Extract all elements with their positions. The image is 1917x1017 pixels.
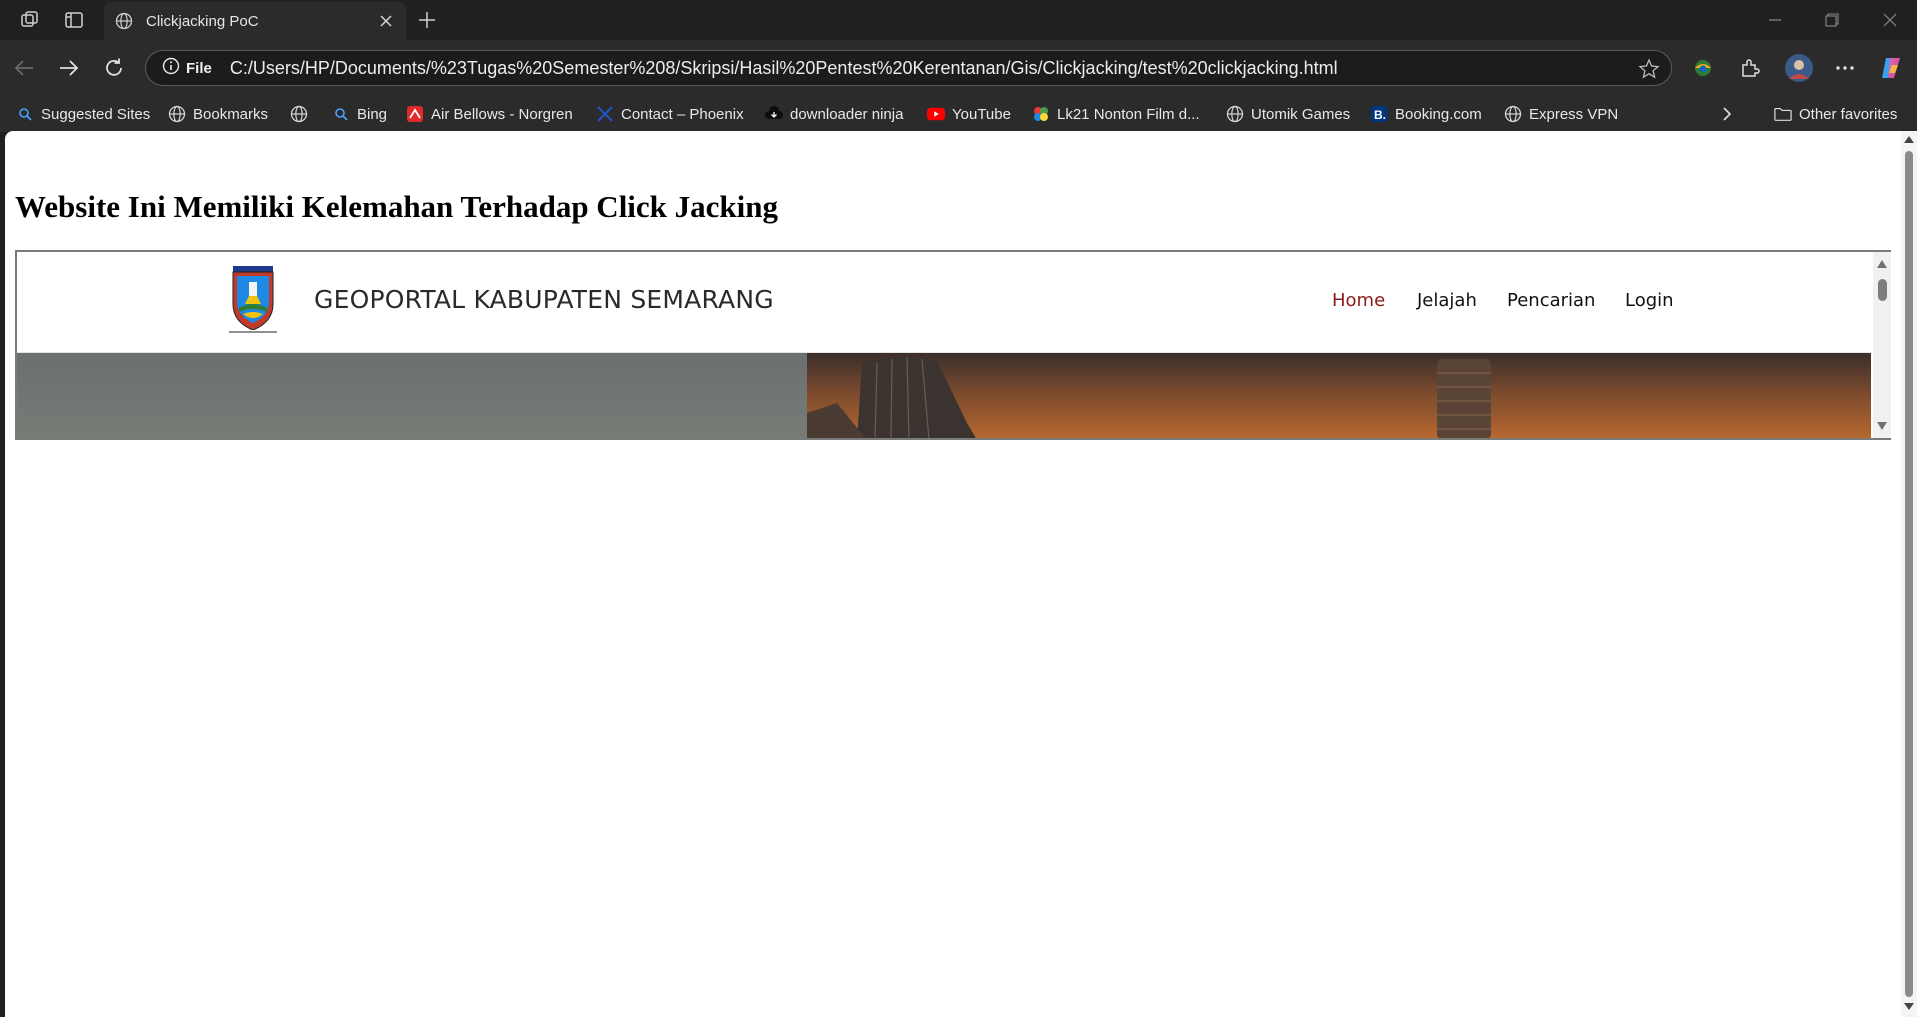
workspaces-icon[interactable] bbox=[14, 6, 46, 34]
extension-colorful-icon[interactable] bbox=[1687, 52, 1719, 84]
scroll-up-arrow-icon[interactable] bbox=[1877, 260, 1887, 268]
nav-login[interactable]: Login bbox=[1625, 290, 1674, 311]
bookmarks-bar: Suggested Sites Bookmarks Bing Air Bello… bbox=[0, 96, 1917, 132]
page-scroll-thumb[interactable] bbox=[1905, 151, 1913, 997]
bookmark-label: downloader ninja bbox=[790, 105, 904, 123]
bookmark-label: Suggested Sites bbox=[41, 105, 151, 123]
page-scrollbar[interactable] bbox=[1901, 131, 1917, 1017]
youtube-icon bbox=[927, 105, 945, 123]
tab-title: Clickjacking PoC bbox=[146, 12, 259, 30]
scheme-label: File bbox=[186, 59, 212, 77]
page-scroll-up-icon[interactable] bbox=[1904, 135, 1914, 145]
globe-icon bbox=[290, 105, 308, 123]
hero-image-right bbox=[807, 353, 1871, 438]
copilot-icon[interactable] bbox=[1875, 52, 1907, 84]
iframe-scrollbar[interactable] bbox=[1873, 252, 1891, 438]
bookmark-label: Bing bbox=[357, 105, 388, 123]
bookmark-globe[interactable] bbox=[290, 102, 315, 126]
refresh-icon[interactable] bbox=[98, 52, 130, 84]
info-icon bbox=[162, 57, 180, 80]
bookmark-label: Air Bellows - Norgren bbox=[431, 105, 573, 123]
nav-jelajah[interactable]: Jelajah bbox=[1417, 290, 1477, 311]
bookmark-booking[interactable]: B. Booking.com bbox=[1370, 102, 1482, 126]
page-scroll-down-icon[interactable] bbox=[1904, 1001, 1914, 1011]
bookmark-label: Bookmarks bbox=[193, 105, 269, 123]
bookmark-label: Utomik Games bbox=[1251, 105, 1351, 123]
globe-icon bbox=[114, 11, 134, 31]
hero-image-left bbox=[17, 353, 807, 438]
bookmark-lk21[interactable]: Lk21 Nonton Film d... bbox=[1032, 102, 1200, 126]
bookmark-express-vpn[interactable]: Express VPN bbox=[1504, 102, 1618, 126]
close-window-icon[interactable] bbox=[1868, 4, 1912, 36]
site-header: GEOPORTAL KABUPATEN SEMARANG Home Jelaja… bbox=[17, 252, 1871, 353]
bookmark-downloader-ninja[interactable]: downloader ninja bbox=[765, 102, 903, 126]
profile-avatar-icon[interactable] bbox=[1783, 52, 1815, 84]
forward-icon[interactable] bbox=[53, 52, 85, 84]
nav-pencarian[interactable]: Pencarian bbox=[1507, 290, 1595, 311]
restore-icon[interactable] bbox=[1810, 4, 1854, 36]
more-menu-icon[interactable] bbox=[1829, 52, 1861, 84]
url-text[interactable]: C:/Users/HP/Documents/%23Tugas%20Semeste… bbox=[230, 58, 1338, 79]
cloud-download-icon bbox=[765, 105, 783, 123]
colorful-icon bbox=[1032, 105, 1050, 123]
page-heading: Website Ini Memiliki Kelemahan Terhadap … bbox=[15, 189, 779, 224]
bookmark-label: Express VPN bbox=[1529, 105, 1619, 123]
booking-icon: B. bbox=[1370, 105, 1388, 123]
address-bar[interactable]: File C:/Users/HP/Documents/%23Tugas%20Se… bbox=[145, 50, 1672, 86]
bookmark-utomik-games[interactable]: Utomik Games bbox=[1226, 102, 1350, 126]
bookmark-air-bellows[interactable]: Air Bellows - Norgren bbox=[406, 102, 573, 126]
favorite-star-icon[interactable] bbox=[1637, 57, 1661, 81]
back-icon[interactable] bbox=[8, 52, 40, 84]
page-viewport: Website Ini Memiliki Kelemahan Terhadap … bbox=[5, 131, 1917, 1017]
nav-home[interactable]: Home bbox=[1332, 290, 1385, 311]
search-icon bbox=[332, 105, 350, 123]
site-title[interactable]: GEOPORTAL KABUPATEN SEMARANG bbox=[314, 285, 774, 314]
globe-icon bbox=[168, 105, 186, 123]
phoenix-icon bbox=[596, 105, 614, 123]
globe-icon bbox=[1226, 105, 1244, 123]
other-favorites[interactable]: Other favorites bbox=[1774, 102, 1897, 126]
other-favorites-label: Other favorites bbox=[1799, 105, 1898, 123]
bookmark-bookmarks[interactable]: Bookmarks bbox=[168, 102, 268, 126]
bookmark-label: Booking.com bbox=[1395, 105, 1482, 123]
svg-text:B.: B. bbox=[1374, 108, 1386, 122]
bookmarks-overflow-chevron-icon[interactable] bbox=[1720, 102, 1734, 126]
new-tab-icon[interactable] bbox=[412, 6, 442, 34]
extensions-puzzle-icon[interactable] bbox=[1734, 52, 1766, 84]
scroll-down-arrow-icon[interactable] bbox=[1877, 422, 1887, 430]
regency-logo[interactable] bbox=[221, 266, 285, 338]
minimize-icon[interactable] bbox=[1753, 4, 1797, 36]
bookmark-suggested-sites[interactable]: Suggested Sites bbox=[16, 102, 150, 126]
bookmark-contact-phoenix[interactable]: Contact – Phoenix bbox=[596, 102, 744, 126]
title-bar: Clickjacking PoC bbox=[0, 0, 1917, 40]
vertical-tabs-icon[interactable] bbox=[58, 6, 90, 34]
norgren-icon bbox=[406, 105, 424, 123]
bookmark-label: YouTube bbox=[952, 105, 1011, 123]
bookmark-bing[interactable]: Bing bbox=[332, 102, 387, 126]
toolbar: File C:/Users/HP/Documents/%23Tugas%20Se… bbox=[0, 40, 1917, 96]
hero-banner bbox=[17, 353, 1871, 438]
site-info-button[interactable]: File bbox=[156, 55, 218, 81]
tab-clickjacking-poc[interactable]: Clickjacking PoC bbox=[104, 2, 406, 40]
close-tab-icon[interactable] bbox=[372, 7, 400, 35]
folder-icon bbox=[1774, 105, 1792, 123]
search-icon bbox=[16, 105, 34, 123]
embedded-iframe[interactable]: GEOPORTAL KABUPATEN SEMARANG Home Jelaja… bbox=[15, 250, 1891, 440]
bookmark-label: Lk21 Nonton Film d... bbox=[1057, 105, 1200, 123]
bookmark-youtube[interactable]: YouTube bbox=[927, 102, 1011, 126]
iframe-scroll-thumb[interactable] bbox=[1878, 279, 1887, 301]
bookmark-label: Contact – Phoenix bbox=[621, 105, 744, 123]
globe-icon bbox=[1504, 105, 1522, 123]
